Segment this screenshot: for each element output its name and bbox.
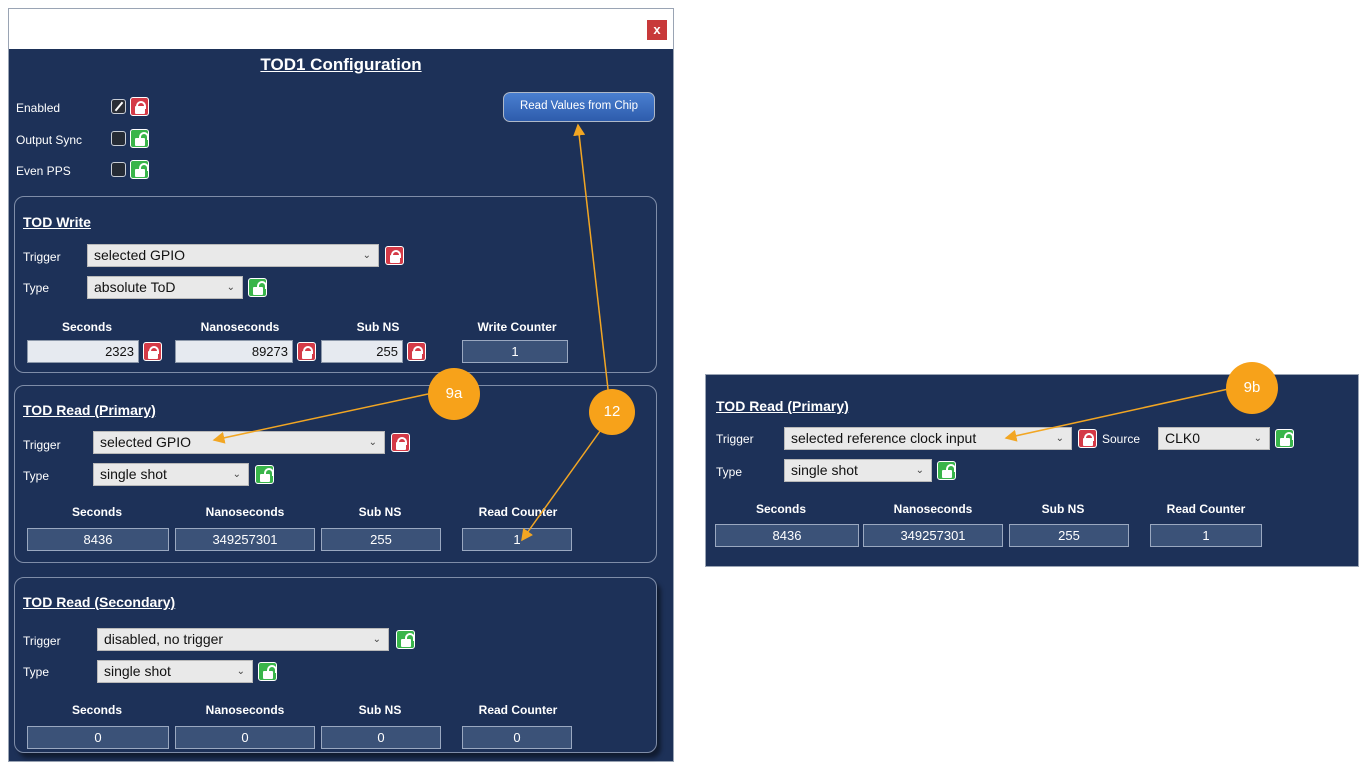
callout-12-arrow-up [573, 123, 610, 399]
annotation-arrows [212, 123, 1234, 542]
callout-9b: 9b [1226, 362, 1278, 414]
callout-9a: 9a [428, 368, 480, 420]
callout-12-arrow-down [521, 426, 604, 542]
callout-9b-arrow [1004, 387, 1234, 442]
callout-12: 12 [589, 389, 635, 435]
callout-9a-arrow [212, 393, 429, 444]
